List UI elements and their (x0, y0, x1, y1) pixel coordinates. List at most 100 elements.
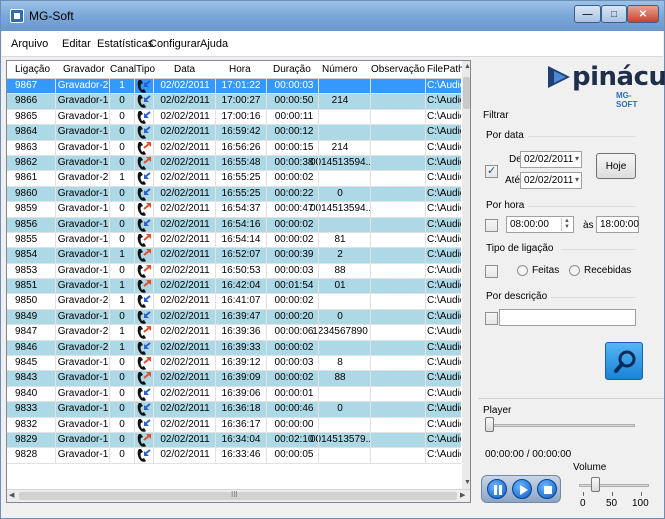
date-from-picker[interactable]: 02/02/2011 ▾ (520, 151, 582, 168)
pause-button[interactable] (487, 479, 507, 499)
table-row[interactable]: 9867 Gravador-2 1 02/02/2011 17:01:22 00:00:0… (7, 79, 461, 95)
cell-filepath: C:\Audios\201 (427, 141, 461, 153)
col-observacao[interactable]: Observação (371, 64, 425, 75)
col-duracao[interactable]: Duração (273, 64, 311, 75)
table-row[interactable]: 9832 Gravador-1 0 02/02/2011 16:36:17 00:00:0… (7, 417, 461, 433)
cell-canal: 1 (119, 341, 125, 353)
calendar-dropdown-icon[interactable]: ▾ (575, 175, 579, 184)
table-row[interactable]: 9859 Gravador-1 0 02/02/2011 16:54:37 00:00:4… (7, 202, 461, 218)
table-row[interactable]: 9840 Gravador-1 0 02/02/2011 16:39:06 00:00:0… (7, 386, 461, 403)
table-row[interactable]: 9845 Gravador-1 0 02/02/2011 16:39:12 00:00:0… (7, 356, 461, 372)
table-row[interactable]: 9843 Gravador-1 0 02/02/2011 16:39:09 00:00:0… (7, 371, 461, 387)
cell-gravador: Gravador-1 (57, 310, 109, 322)
cell-gravador: Gravador-2 (57, 172, 109, 184)
hour-from-input[interactable]: 08:00:00 ▲ ▼ (506, 216, 574, 233)
por-hora-checkbox[interactable] (485, 219, 498, 232)
cell-duracao: 00:00:05 (274, 449, 314, 461)
menu-arquivo[interactable]: Arquivo (11, 38, 48, 50)
table-row[interactable]: 9853 Gravador-1 0 02/02/2011 16:50:53 00:00:0… (7, 263, 461, 280)
vertical-scroll-thumb[interactable] (463, 77, 470, 109)
volume-track[interactable] (579, 484, 649, 487)
table-row[interactable]: 9866 Gravador-1 0 02/02/2011 17:00:27 00:00:5… (7, 94, 461, 110)
grid-horizontal-scrollbar[interactable]: ◀ III ▶ (7, 489, 470, 502)
grid-line (109, 94, 110, 109)
scroll-down-icon[interactable]: ▼ (464, 479, 470, 486)
table-row[interactable]: 9849 Gravador-1 0 02/02/2011 16:39:47 00:00:2… (7, 309, 461, 326)
search-button[interactable] (605, 342, 643, 380)
cell-gravador: Gravador-2 (57, 341, 109, 353)
cell-hora: 16:41:07 (221, 295, 261, 307)
col-gravador[interactable]: Gravador (63, 64, 105, 75)
scroll-grip: III (231, 490, 238, 499)
menu-editar[interactable]: Editar (62, 38, 91, 50)
grid-vertical-scrollbar[interactable]: ▲ ▼ (462, 61, 470, 489)
col-numero[interactable]: Número (322, 64, 358, 75)
table-row[interactable]: 9865 Gravador-1 0 02/02/2011 17:00:16 00:00:1… (7, 109, 461, 126)
col-filepath[interactable]: FilePath (427, 64, 464, 75)
scroll-up-icon[interactable]: ▲ (464, 63, 470, 70)
table-row[interactable]: 9855 Gravador-1 0 02/02/2011 16:54:14 00:00:0… (7, 232, 461, 249)
player-position-thumb[interactable] (485, 417, 494, 432)
volume-thumb[interactable] (591, 477, 601, 492)
minimize-button[interactable]: — (574, 5, 601, 23)
scroll-left-icon[interactable]: ◀ (9, 491, 14, 499)
date-to-picker[interactable]: 02/02/2011 ▾ (520, 172, 582, 189)
table-row[interactable]: 9850 Gravador-2 1 02/02/2011 16:41:07 00:00:0… (7, 294, 461, 310)
maximize-button[interactable]: □ (601, 5, 627, 23)
menu-ajuda[interactable]: Ajuda (200, 38, 228, 50)
hoje-button[interactable]: Hoje (596, 153, 636, 179)
cell-ligacao: 9847 (15, 326, 38, 338)
col-canal[interactable]: Canal (110, 64, 136, 75)
grid-line (215, 155, 216, 171)
grid-line (153, 79, 154, 94)
table-row[interactable]: 9833 Gravador-1 0 02/02/2011 16:36:18 00:00:4… (7, 402, 461, 418)
cell-numero: 0 (337, 187, 343, 199)
close-button[interactable]: ✕ (627, 5, 659, 23)
tipo-ligacao-checkbox[interactable] (485, 265, 498, 278)
descricao-input[interactable] (499, 309, 636, 326)
title-bar[interactable]: MG-Soft — □ ✕ (1, 1, 664, 31)
stop-button[interactable] (537, 479, 557, 499)
menu-estatisticas[interactable]: Estatísticas (97, 38, 153, 50)
hour-to-input[interactable]: 18:00:00 (596, 216, 639, 233)
table-row[interactable]: 9854 Gravador-1 1 02/02/2011 16:52:07 00:00:3… (7, 248, 461, 264)
descricao-checkbox[interactable] (485, 312, 498, 325)
table-row[interactable]: 9828 Gravador-1 0 02/02/2011 16:33:46 00:00:0… (7, 448, 461, 464)
grid-line (215, 309, 216, 325)
incoming-call-icon (136, 341, 152, 355)
scroll-right-icon[interactable]: ▶ (460, 491, 465, 499)
table-row[interactable]: 9860 Gravador-1 0 02/02/2011 16:55:25 00:00:2… (7, 186, 461, 203)
grid-line (318, 340, 319, 356)
table-row[interactable]: 9862 Gravador-1 0 02/02/2011 16:55:48 00:00:3… (7, 155, 461, 172)
play-button[interactable] (512, 479, 532, 499)
col-data[interactable]: Data (174, 64, 195, 75)
table-row[interactable]: 9847 Gravador-2 1 02/02/2011 16:39:36 00:00:0… (7, 325, 461, 341)
incoming-call-icon (136, 79, 152, 93)
grid-line (55, 155, 56, 171)
calendar-dropdown-icon[interactable]: ▾ (575, 154, 579, 163)
recebidas-radio[interactable] (569, 265, 580, 276)
table-row[interactable]: 9851 Gravador-1 1 02/02/2011 16:42:04 00:01:5… (7, 279, 461, 295)
grid-line (55, 448, 56, 463)
horizontal-scroll-thumb[interactable]: III (19, 490, 457, 500)
player-position-track[interactable] (485, 424, 635, 427)
table-row[interactable]: 9861 Gravador-2 1 02/02/2011 16:55:25 00:00:0… (7, 171, 461, 187)
feitas-radio[interactable] (517, 265, 528, 276)
col-ligacao[interactable]: Ligação (15, 64, 50, 75)
cell-canal: 0 (119, 110, 125, 122)
cell-hora: 16:55:48 (221, 156, 261, 168)
spinner-icon[interactable]: ▲ ▼ (561, 218, 572, 231)
table-row[interactable]: 9864 Gravador-1 0 02/02/2011 16:59:42 00:00:1… (7, 125, 461, 141)
por-data-checkbox[interactable] (485, 164, 498, 178)
calls-grid[interactable]: Ligação Gravador Canal Tipo Data Hora Du… (6, 60, 471, 503)
group-divider (561, 249, 636, 250)
table-row[interactable]: 9856 Gravador-1 0 02/02/2011 16:54:16 00:00:0… (7, 217, 461, 233)
menu-configurar[interactable]: Configurar (149, 38, 200, 50)
table-row[interactable]: 9829 Gravador-1 0 02/02/2011 16:34:04 00:02:1… (7, 432, 461, 449)
col-hora[interactable]: Hora (229, 64, 251, 75)
grid-line (134, 109, 135, 125)
table-row[interactable]: 9863 Gravador-1 0 02/02/2011 16:56:26 00:00:1… (7, 140, 461, 156)
table-row[interactable]: 9846 Gravador-2 1 02/02/2011 16:39:33 00:00:0… (7, 340, 461, 357)
col-tipo[interactable]: Tipo (136, 64, 155, 75)
grid-line (318, 202, 319, 217)
